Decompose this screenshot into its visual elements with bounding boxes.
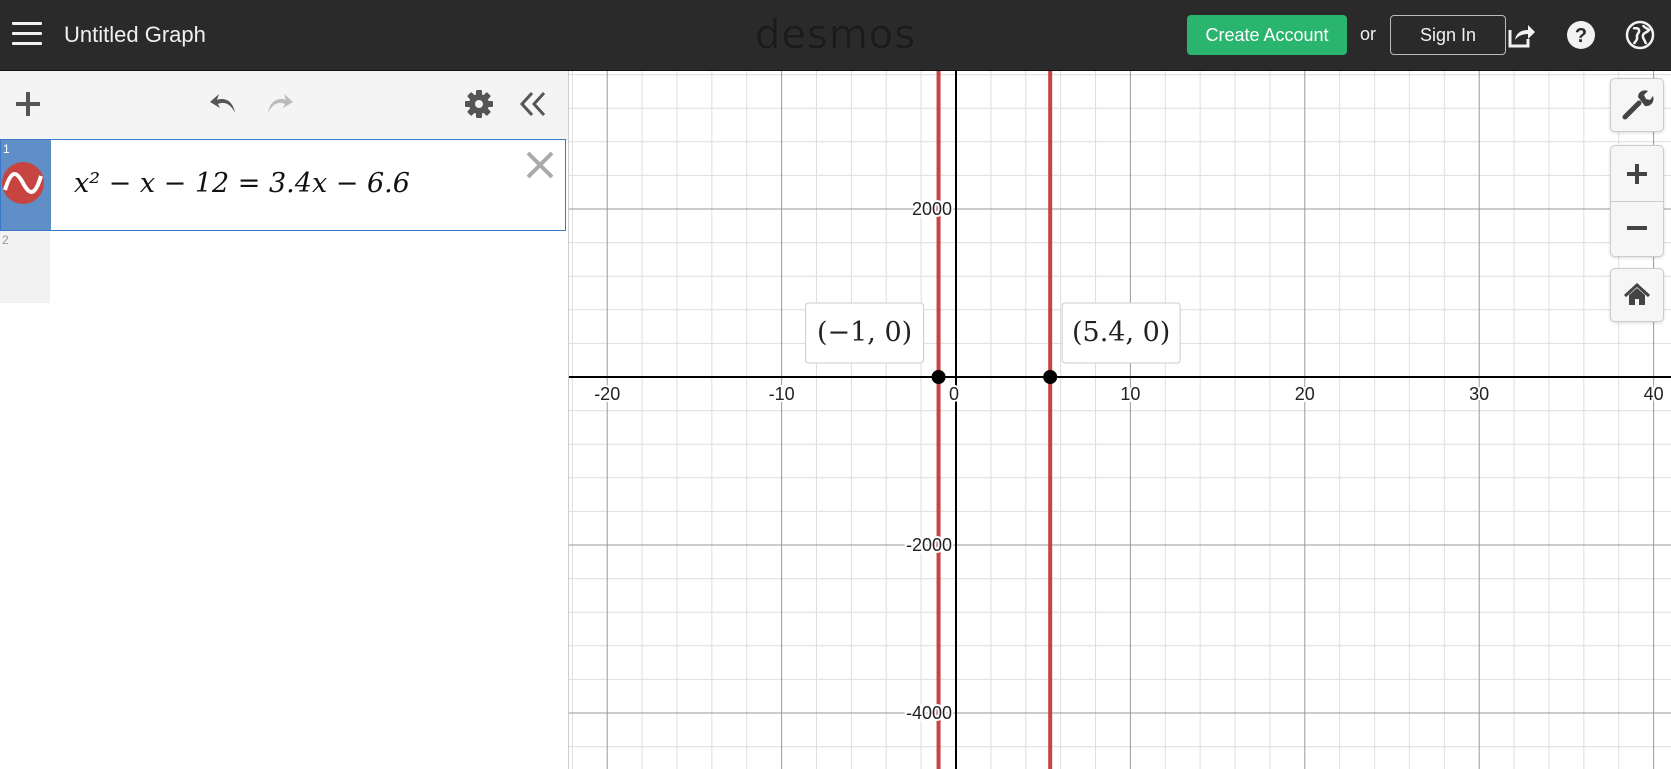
expression-toolbar: [0, 71, 568, 140]
sign-in-button[interactable]: Sign In: [1390, 15, 1506, 55]
help-icon[interactable]: ?: [1566, 20, 1596, 50]
plus-icon[interactable]: [11, 87, 45, 121]
svg-text:?: ?: [1575, 25, 1587, 47]
point-label[interactable]: (5.4, 0): [1061, 302, 1181, 364]
minor-grid: [569, 71, 1671, 769]
point-label-text: (−1, 0): [817, 317, 912, 348]
globe-icon[interactable]: [1625, 20, 1655, 50]
point-label-text: (5.4, 0): [1072, 317, 1170, 348]
empty-expression-item[interactable]: 2: [0, 231, 50, 303]
undo-icon[interactable]: [207, 87, 241, 121]
redo-icon[interactable]: [262, 87, 296, 121]
graph-settings-button[interactable]: [1610, 78, 1664, 132]
create-account-button[interactable]: Create Account: [1187, 15, 1347, 55]
expression-math[interactable]: x² − x − 12 = 3.4x − 6.6: [74, 168, 410, 199]
close-icon[interactable]: [523, 148, 557, 182]
y-tick-label: 2000: [912, 199, 952, 219]
desmos-logo: desmos: [755, 12, 917, 58]
top-bar: Untitled Graph desmos Create Account or …: [0, 0, 1671, 71]
x-tick-label: 40: [1644, 384, 1664, 404]
expression-gutter: 1: [1, 140, 51, 230]
graph-canvas[interactable]: -20 -10 0 10 20 30 40 2000 -2000 -4000 (…: [569, 71, 1671, 769]
x-tick-label: 0: [949, 384, 959, 404]
y-tick-label: -2000: [906, 535, 952, 555]
intersection-point[interactable]: [1043, 370, 1058, 384]
graph-title[interactable]: Untitled Graph: [64, 22, 206, 48]
intersection-point[interactable]: [931, 370, 946, 384]
x-tick-label: 20: [1295, 384, 1315, 404]
x-tick-label: 10: [1120, 384, 1140, 404]
y-tick-label: -4000: [906, 703, 952, 723]
or-label: or: [1360, 24, 1377, 44]
zoom-in-icon[interactable]: [1611, 146, 1663, 202]
curve-toggle-icon[interactable]: [1, 160, 47, 206]
point-label[interactable]: (−1, 0): [805, 302, 925, 364]
home-icon: [1623, 282, 1651, 305]
menu-icon[interactable]: [12, 22, 42, 48]
expression-panel: 1 x² − x − 12 = 3.4x − 6.6 2: [0, 71, 569, 769]
point-labels: (−1, 0) (5.4, 0): [805, 302, 1181, 364]
x-tick-label: 30: [1469, 384, 1489, 404]
zoom-controls: [1610, 145, 1664, 257]
gear-icon[interactable]: [462, 87, 496, 121]
collapse-icon[interactable]: [516, 87, 550, 121]
y-tick-labels: 2000 -2000 -4000: [904, 197, 954, 725]
home-button[interactable]: [1610, 268, 1664, 322]
x-tick-label: -10: [769, 384, 795, 404]
x-tick-labels: -20 -10 0 10 20 30 40: [592, 382, 1665, 406]
zoom-out-icon[interactable]: [1611, 202, 1663, 256]
x-tick-label: -20: [594, 384, 620, 404]
expression-index: 1: [3, 142, 10, 156]
share-icon[interactable]: [1506, 20, 1536, 50]
expression-index: 2: [2, 233, 9, 247]
expression-item[interactable]: 1 x² − x − 12 = 3.4x − 6.6: [0, 139, 566, 231]
wrench-icon: [1622, 90, 1654, 120]
